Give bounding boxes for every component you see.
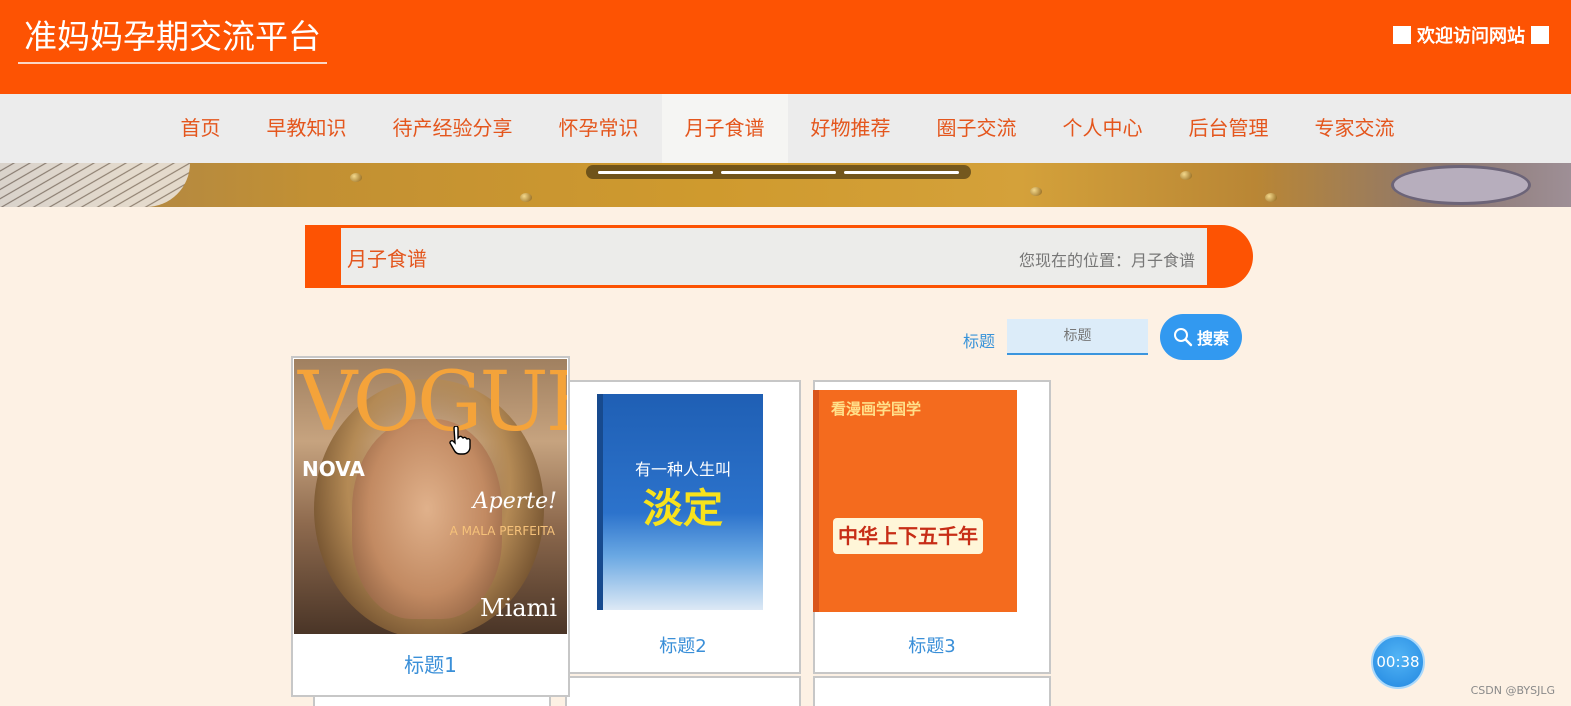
cover-headline: Aperte! xyxy=(472,489,557,514)
section-header: 月子食谱 您现在的位置：月子食谱 xyxy=(305,225,1253,288)
timer-badge[interactable]: 00:38 xyxy=(1371,635,1425,689)
banner-drop xyxy=(1265,193,1277,202)
nav-item-delivery-experience[interactable]: 待产经验分享 xyxy=(370,94,536,163)
cover-headline: A MALA PERFEITA xyxy=(449,524,555,538)
card-image[interactable]: 有一种人生叫 淡定 xyxy=(567,382,799,622)
book-cover-title: 中华上下五千年 xyxy=(833,518,983,554)
nav-item-community[interactable]: 圈子交流 xyxy=(914,94,1040,163)
search-label: 标题 xyxy=(963,332,996,351)
nav-item-pregnancy-knowledge[interactable]: 怀孕常识 xyxy=(536,94,662,163)
magazine-logo: VOGUE xyxy=(298,359,567,450)
cover-headline: Miami xyxy=(480,594,557,622)
nav-item-confinement-recipes[interactable]: 月子食谱 xyxy=(661,94,788,163)
search-icon xyxy=(1173,328,1193,347)
watermark: CSDN @BYSJLG xyxy=(1470,684,1555,697)
site-title[interactable]: 准妈妈孕期交流平台 xyxy=(18,10,327,64)
book-cover: 有一种人生叫 淡定 xyxy=(603,394,763,610)
book-cover: 看漫画学国学 中华上下五千年 xyxy=(819,390,1017,612)
section-title: 月子食谱 xyxy=(347,247,427,271)
cover-headline: NOVA xyxy=(302,457,365,481)
card-image[interactable]: 看漫画学国学 中华上下五千年 xyxy=(815,382,1049,622)
recipe-card[interactable]: VOGUE NOVA Aperte! A MALA PERFEITA Miami… xyxy=(291,356,570,697)
welcome-area: 欢迎访问网站 xyxy=(1393,22,1549,48)
card-title[interactable]: 标题3 xyxy=(815,622,1049,672)
section-header-inner: 月子食谱 您现在的位置：月子食谱 xyxy=(341,228,1207,285)
card-title[interactable]: 标题1 xyxy=(293,635,568,695)
card-title[interactable]: 标题2 xyxy=(567,622,799,672)
recipe-card[interactable] xyxy=(813,676,1051,706)
nav-item-expert[interactable]: 专家交流 xyxy=(1292,94,1418,163)
main-nav: 首页 早教知识 待产经验分享 怀孕常识 月子食谱 好物推荐 圈子交流 个人中心 … xyxy=(0,94,1571,163)
nav-item-admin[interactable]: 后台管理 xyxy=(1166,94,1292,163)
nav-item-early-education[interactable]: 早教知识 xyxy=(244,94,370,163)
carousel-indicator[interactable] xyxy=(844,171,959,174)
site-header: 准妈妈孕期交流平台 欢迎访问网站 xyxy=(0,0,1571,94)
nav-item-recommendations[interactable]: 好物推荐 xyxy=(788,94,914,163)
banner-drop xyxy=(1030,187,1042,196)
nav-item-personal-center[interactable]: 个人中心 xyxy=(1040,94,1166,163)
banner-drop xyxy=(1180,171,1192,180)
square-icon xyxy=(1393,26,1411,44)
hand-cursor-icon xyxy=(449,426,471,455)
recipe-card[interactable] xyxy=(565,676,801,706)
breadcrumb: 您现在的位置：月子食谱 xyxy=(1018,251,1195,270)
banner-cup xyxy=(1391,165,1531,205)
carousel-indicator[interactable] xyxy=(721,171,836,174)
carousel-indicator[interactable] xyxy=(598,171,713,174)
recipe-card[interactable]: 看漫画学国学 中华上下五千年 标题3 xyxy=(813,380,1051,674)
search-button-label: 搜索 xyxy=(1196,331,1229,348)
search-button[interactable]: 搜索 xyxy=(1160,314,1242,360)
welcome-text: 欢迎访问网站 xyxy=(1417,26,1525,47)
banner-drop xyxy=(520,193,532,202)
carousel-indicators xyxy=(586,165,971,179)
square-icon xyxy=(1531,26,1549,44)
card-image[interactable]: VOGUE NOVA Aperte! A MALA PERFEITA Miami xyxy=(294,359,567,634)
book-cover-series: 看漫画学国学 xyxy=(831,400,922,418)
nav-item-home[interactable]: 首页 xyxy=(158,94,244,163)
search-input[interactable] xyxy=(1007,319,1148,355)
banner-newspaper xyxy=(0,163,190,207)
recipe-card[interactable]: 有一种人生叫 淡定 标题2 xyxy=(565,380,801,674)
book-cover-title: 淡定 xyxy=(643,486,723,532)
banner-drop xyxy=(350,173,362,182)
